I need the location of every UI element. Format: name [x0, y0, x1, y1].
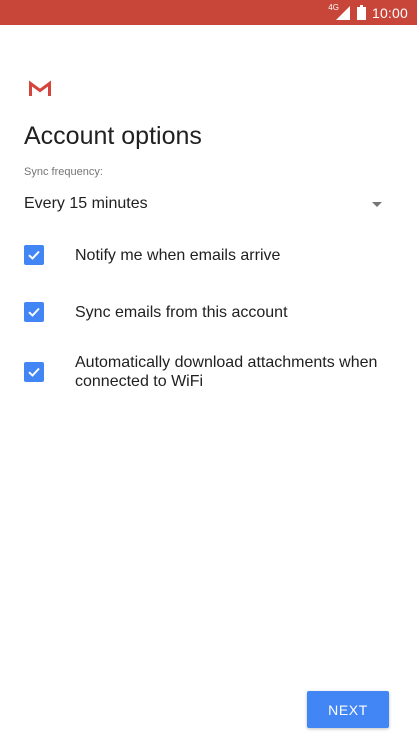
notify-checkbox[interactable]	[24, 245, 44, 265]
sync-emails-checkbox[interactable]	[24, 302, 44, 322]
next-button[interactable]: NEXT	[307, 691, 389, 728]
check-icon	[28, 307, 40, 317]
check-icon	[28, 250, 40, 260]
sync-frequency-value: Every 15 minutes	[24, 195, 148, 212]
notify-option[interactable]: Notify me when emails arrive	[24, 245, 404, 265]
page-title: Account options	[24, 122, 202, 150]
sync-frequency-label: Sync frequency:	[24, 166, 103, 178]
status-icons: 4G 10:00	[328, 0, 408, 25]
download-attachments-option-label: Automatically download attachments when …	[75, 354, 378, 390]
status-time: 10:00	[371, 4, 408, 21]
download-attachments-option[interactable]: Automatically download attachments when …	[24, 353, 404, 391]
sync-frequency-dropdown[interactable]: Every 15 minutes	[24, 190, 394, 218]
sync-emails-option[interactable]: Sync emails from this account	[24, 302, 404, 322]
gmail-logo-icon	[29, 80, 51, 96]
sync-emails-option-label: Sync emails from this account	[75, 303, 288, 321]
dropdown-arrow-icon	[372, 201, 382, 207]
status-bar: 4G 10:00	[0, 0, 417, 25]
network-type: 4G	[328, 3, 339, 12]
battery-icon	[356, 5, 366, 20]
check-icon	[28, 367, 40, 377]
notify-option-label: Notify me when emails arrive	[75, 246, 281, 264]
download-attachments-checkbox[interactable]	[24, 362, 44, 382]
